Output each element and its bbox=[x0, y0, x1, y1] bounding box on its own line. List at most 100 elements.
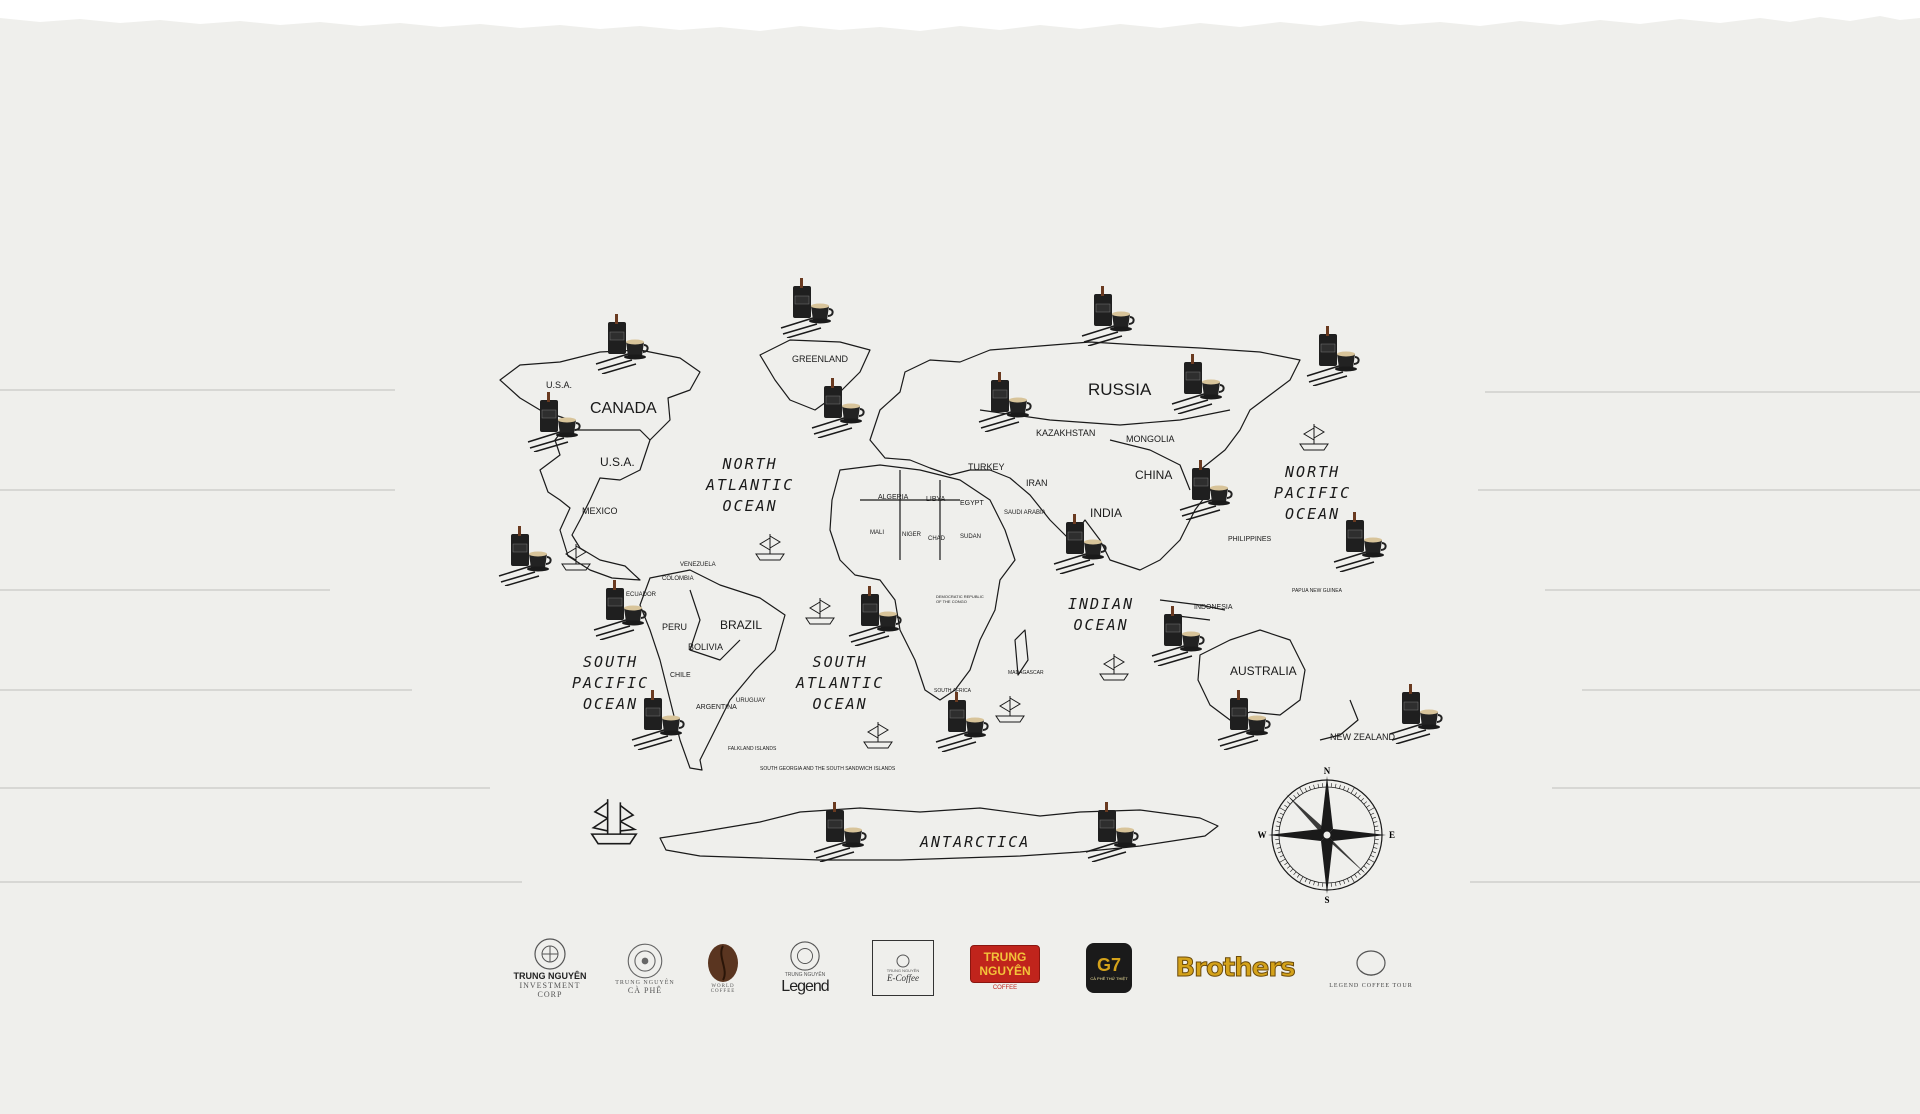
coffee-cup-icon bbox=[1389, 684, 1443, 744]
logo-name: Brothers bbox=[1175, 953, 1296, 984]
logo-trung-nguyen-coffee[interactable]: TRUNG NGUYÊN COFFEE bbox=[970, 930, 1040, 1006]
logo-legend[interactable]: TRUNG NGUYÊN Legend bbox=[772, 930, 838, 1006]
logo-sub: COFFEE bbox=[992, 985, 1018, 991]
country-australia: AUSTRALIA bbox=[1230, 664, 1297, 678]
country-drc: DEMOCRATIC REPUBLIC OF THE CONGO bbox=[936, 594, 984, 604]
coffee-cup-icon bbox=[780, 278, 834, 338]
ship-icon bbox=[1299, 424, 1329, 451]
coffee-cup-map-pin[interactable] bbox=[810, 800, 868, 862]
emblem-icon bbox=[534, 938, 566, 970]
coffee-cup-icon bbox=[1179, 460, 1233, 520]
coffee-cup-map-pin[interactable] bbox=[1386, 682, 1444, 744]
country-greenland: GREENLAND bbox=[792, 354, 849, 364]
coffee-cup-icon bbox=[813, 802, 867, 862]
ocean-indian: INDIAN OCEAN bbox=[1068, 594, 1134, 636]
coffee-bean-icon bbox=[708, 944, 738, 982]
country-egypt: EGYPT bbox=[960, 500, 984, 507]
logo-sub: CÀ PHÊ bbox=[627, 985, 663, 995]
coffee-cup-icon bbox=[1151, 606, 1205, 666]
country-papua-new-guinea: PAPUA NEW GUINEA bbox=[1292, 588, 1342, 594]
logo-name: TRUNG NGUYÊN bbox=[970, 945, 1040, 983]
coffee-cup-map-pin[interactable] bbox=[1168, 352, 1226, 414]
logo-sub: COFFEE bbox=[710, 989, 736, 994]
coffee-cup-map-pin[interactable] bbox=[932, 690, 990, 752]
logo-legend-coffee-tour[interactable]: LEGEND COFFEE TOUR bbox=[1326, 930, 1416, 1006]
coffee-cup-map-pin[interactable] bbox=[975, 370, 1033, 432]
country-brazil: BRAZIL bbox=[720, 618, 763, 632]
ocean-south-atlantic: SOUTH ATLANTIC OCEAN bbox=[796, 652, 884, 715]
ship-icon bbox=[755, 534, 785, 561]
ocean-label-line: SOUTH bbox=[812, 653, 868, 671]
country-south-georgia: SOUTH GEORGIA AND THE SOUTH SANDWICH ISL… bbox=[760, 766, 896, 772]
country-mali: MALI bbox=[870, 530, 885, 536]
logo-name: G7 bbox=[1096, 955, 1121, 975]
ocean-label-line: ATLANTIC bbox=[706, 476, 795, 494]
ocean-label-line: SOUTH bbox=[583, 653, 639, 671]
coffee-cup-icon bbox=[1306, 326, 1360, 386]
coffee-cup-icon bbox=[1081, 286, 1135, 346]
logo-e-coffee[interactable]: TRUNG NGUYÊN E-Coffee bbox=[872, 940, 934, 996]
country-niger: NIGER bbox=[902, 532, 922, 538]
ocean-label-line: ATLANTIC bbox=[796, 674, 885, 692]
emblem-icon bbox=[896, 954, 910, 967]
ocean-label-line: NORTH bbox=[1285, 463, 1341, 481]
logo-name: TRUNG NGUYÊN bbox=[513, 971, 587, 981]
brand-logos-row: TRUNG NGUYÊN INVESTMENT CORP TRUNG NGUYÊ… bbox=[500, 930, 1440, 1010]
coffee-cup-map-pin[interactable] bbox=[1330, 510, 1388, 572]
coffee-cup-icon bbox=[1053, 514, 1107, 574]
compass-west: W bbox=[1258, 830, 1267, 840]
madagascar-outline bbox=[1014, 629, 1029, 676]
country-chad: CHAD bbox=[928, 536, 946, 542]
country-argentina: ARGENTINA bbox=[696, 704, 737, 711]
logo-world-coffee[interactable]: WORLD COFFEE bbox=[696, 930, 750, 1006]
compass-south: S bbox=[1324, 895, 1329, 904]
coffee-cup-map-pin[interactable] bbox=[495, 524, 553, 586]
coffee-cup-map-pin[interactable] bbox=[592, 312, 650, 374]
large-ship-icon bbox=[590, 799, 638, 845]
country-mexico: MEXICO bbox=[582, 506, 618, 516]
country-bolivia: BOLIVIA bbox=[688, 642, 724, 652]
coffee-cup-map-pin[interactable] bbox=[1148, 604, 1206, 666]
logo-brothers[interactable]: Brothers bbox=[1175, 930, 1296, 1006]
logo-trung-nguyen-investment[interactable]: TRUNG NGUYÊN INVESTMENT CORP bbox=[510, 930, 590, 1006]
coffee-cup-icon bbox=[1085, 802, 1139, 862]
sahara-borders bbox=[860, 470, 960, 560]
coffee-cup-icon bbox=[1217, 690, 1271, 750]
coffee-cup-map-pin[interactable] bbox=[524, 390, 582, 452]
ocean-label-line: OCEAN bbox=[1073, 616, 1129, 634]
coffee-cup-icon bbox=[1171, 354, 1225, 414]
ship-icon bbox=[863, 722, 893, 749]
country-madagascar: MADAGASCAR bbox=[1008, 670, 1044, 676]
logo-sub: INVESTMENT CORP bbox=[519, 981, 581, 999]
logo-name: LEGEND COFFEE TOUR bbox=[1329, 983, 1413, 989]
country-sudan: SUDAN bbox=[960, 534, 982, 540]
coffee-cup-map-pin[interactable] bbox=[1082, 800, 1140, 862]
coffee-cup-map-pin[interactable] bbox=[1050, 512, 1108, 574]
ocean-north-atlantic: NORTH ATLANTIC OCEAN bbox=[706, 454, 794, 517]
coffee-cup-map-pin[interactable] bbox=[628, 688, 686, 750]
country-canada: CANADA bbox=[590, 400, 657, 417]
emblem-icon bbox=[790, 941, 820, 971]
ocean-label-line: INDIAN bbox=[1068, 595, 1135, 613]
country-usa-alaska: U.S.A. bbox=[546, 380, 573, 390]
coffee-cup-map-pin[interactable] bbox=[777, 276, 835, 338]
coffee-cup-map-pin[interactable] bbox=[845, 584, 903, 646]
logo-g7[interactable]: G7 CÀ PHÊ THỨ THIỆT bbox=[1084, 930, 1134, 1006]
coffee-cup-icon bbox=[848, 586, 902, 646]
coffee-cup-map-pin[interactable] bbox=[1078, 284, 1136, 346]
compass-north: N bbox=[1324, 766, 1331, 776]
ship-icon bbox=[805, 598, 835, 625]
continent-antarctica: ANTARCTICA bbox=[920, 833, 1031, 851]
logo-trung-nguyen-ca-phe[interactable]: TRUNG NGUYÊN CÀ PHÊ bbox=[612, 930, 678, 1006]
coffee-cup-icon bbox=[631, 690, 685, 750]
country-chile: CHILE bbox=[670, 672, 691, 679]
coffee-cup-map-pin[interactable] bbox=[590, 578, 648, 640]
coffee-cup-map-pin[interactable] bbox=[1303, 324, 1361, 386]
country-colombia: COLOMBIA bbox=[662, 576, 694, 582]
coffee-cup-map-pin[interactable] bbox=[1214, 688, 1272, 750]
coffee-cup-map-pin[interactable] bbox=[808, 376, 866, 438]
coffee-cup-map-pin[interactable] bbox=[1176, 458, 1234, 520]
country-kazakhstan: KAZAKHSTAN bbox=[1036, 428, 1096, 438]
country-saudi-arabia: SAUDI ARABIA bbox=[1004, 510, 1046, 516]
coffee-cup-icon bbox=[811, 378, 865, 438]
